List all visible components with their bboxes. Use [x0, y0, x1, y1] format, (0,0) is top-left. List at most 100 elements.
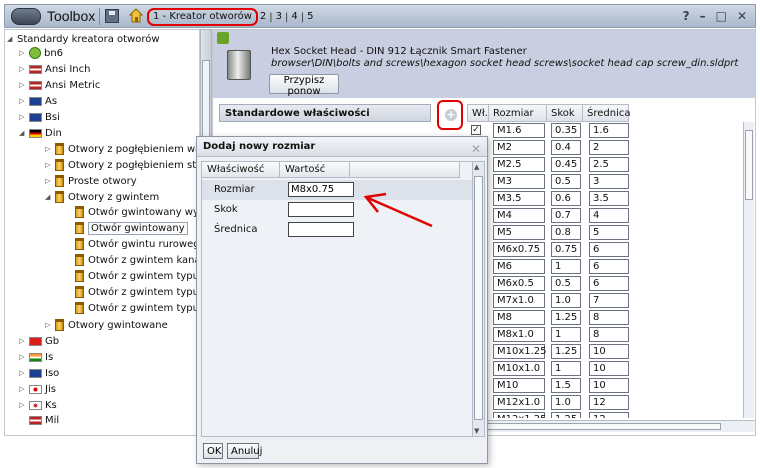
- diameter-cell[interactable]: 2: [589, 140, 629, 155]
- diameter-cell[interactable]: 6: [589, 276, 629, 291]
- tree-item-counterbore[interactable]: ▷Otwory z pogłębieniem walcow: [45, 141, 199, 157]
- collapse-arrow-icon[interactable]: ▷: [19, 45, 29, 61]
- size-cell[interactable]: M6: [493, 259, 545, 274]
- home-icon[interactable]: [129, 8, 143, 23]
- add-icon[interactable]: +: [445, 109, 457, 121]
- column-pitch[interactable]: Skok: [547, 104, 583, 122]
- tree-item-iso[interactable]: ▷ Iso: [19, 365, 59, 381]
- size-cell[interactable]: M1.6: [493, 123, 545, 138]
- cancel-button[interactable]: Anuluj: [227, 443, 262, 459]
- tree-item-tapped-bottoming[interactable]: Otwór gwintowany wykań: [75, 205, 199, 221]
- grid-row[interactable]: M6x0.5 0.5 6: [467, 275, 743, 292]
- pitch-cell[interactable]: 0.4: [551, 140, 581, 155]
- dialog-scrollbar[interactable]: ▲ ▼: [472, 162, 484, 436]
- tree-item-simple-holes[interactable]: ▷ Proste otwory: [45, 173, 137, 189]
- grid-row[interactable]: M6x0.75 0.75 6: [467, 241, 743, 258]
- maximize-button[interactable]: □: [716, 9, 727, 23]
- diameter-cell[interactable]: 6: [589, 259, 629, 274]
- size-cell[interactable]: M3.5: [493, 191, 545, 206]
- tree-item-countersink[interactable]: ▷Otwory z pogłębieniem stożko: [45, 157, 199, 173]
- diameter-cell[interactable]: 8: [589, 327, 629, 342]
- dialog-scroll-thumb[interactable]: [474, 176, 483, 420]
- close-button[interactable]: ✕: [737, 9, 747, 23]
- pitch-cell[interactable]: 1.5: [551, 378, 581, 393]
- grid-row[interactable]: M10 1.5 10: [467, 377, 743, 394]
- diameter-cell[interactable]: 12: [589, 412, 629, 418]
- scroll-up-icon[interactable]: ▲: [474, 163, 479, 171]
- collapse-arrow-icon[interactable]: ▷: [19, 365, 29, 381]
- grid-row[interactable]: M6 1 6: [467, 258, 743, 275]
- tab-2[interactable]: 2: [258, 10, 268, 24]
- tab-5[interactable]: 5: [305, 10, 315, 24]
- pitch-cell[interactable]: 0.8: [551, 225, 581, 240]
- diameter-input[interactable]: [288, 222, 354, 237]
- size-cell[interactable]: M8x1.0: [493, 327, 545, 342]
- grid-horizontal-thumb[interactable]: [481, 423, 721, 430]
- tree-item-as[interactable]: ▷ As: [19, 93, 57, 109]
- collapse-arrow-icon[interactable]: ▷: [19, 397, 29, 413]
- grid-row[interactable]: M4 0.7 4: [467, 207, 743, 224]
- pitch-cell[interactable]: 1.0: [551, 293, 581, 308]
- size-cell[interactable]: M12x1.0: [493, 395, 545, 410]
- tree-item-pipe-tap[interactable]: Otwór gwintu rurowego w: [75, 237, 199, 253]
- tree-item-ensat-2[interactable]: Otwór z gwintem typu Ens: [75, 285, 199, 301]
- size-cell[interactable]: M2.5: [493, 157, 545, 172]
- pitch-cell[interactable]: 1: [551, 361, 581, 376]
- pitch-cell[interactable]: 1.25: [551, 344, 581, 359]
- collapse-arrow-icon[interactable]: ▷: [19, 93, 29, 109]
- size-cell[interactable]: M5: [493, 225, 545, 240]
- size-cell[interactable]: M10x1.25: [493, 344, 547, 359]
- pitch-cell[interactable]: 0.45: [551, 157, 581, 172]
- ok-button[interactable]: OK: [203, 443, 223, 459]
- tree-item-ks[interactable]: ▷ Ks: [19, 397, 57, 413]
- size-cell[interactable]: M6x0.75: [493, 242, 545, 257]
- pitch-cell[interactable]: 0.5: [551, 276, 581, 291]
- pitch-cell[interactable]: 1.0: [551, 395, 581, 410]
- size-cell[interactable]: M7x1.0: [493, 293, 545, 308]
- collapse-arrow-icon[interactable]: ▷: [45, 317, 55, 333]
- tree-item-bsi[interactable]: ▷ Bsi: [19, 109, 60, 125]
- grid-row[interactable]: M3 0.5 3: [467, 173, 743, 190]
- pitch-cell[interactable]: 0.5: [551, 174, 581, 189]
- scroll-down-icon[interactable]: ▼: [474, 427, 479, 435]
- collapse-arrow-icon[interactable]: ▷: [19, 61, 29, 77]
- expand-arrow-icon[interactable]: ◢: [19, 125, 29, 141]
- tree-item-ensat-3[interactable]: Otwór z gwintem typu Ens: [75, 301, 199, 317]
- pitch-input[interactable]: [288, 202, 354, 217]
- diameter-cell[interactable]: 2.5: [589, 157, 629, 172]
- collapse-arrow-icon[interactable]: ▷: [19, 77, 29, 93]
- size-cell[interactable]: M10x1.0: [493, 361, 545, 376]
- expand-arrow-icon[interactable]: ◢: [45, 189, 55, 205]
- tree-item-ansi-inch[interactable]: ▷ Ansi Inch: [19, 61, 90, 77]
- tree-item-tapped-hole[interactable]: Otwór gwintowany: [75, 221, 188, 237]
- pitch-cell[interactable]: 0.7: [551, 208, 581, 223]
- collapse-arrow-icon[interactable]: ▷: [45, 157, 55, 173]
- tab-4[interactable]: 4: [289, 10, 299, 24]
- grid-vertical-scrollbar[interactable]: [743, 122, 754, 418]
- size-cell[interactable]: M2: [493, 140, 545, 155]
- pitch-cell[interactable]: 0.75: [551, 242, 581, 257]
- tree-item-is[interactable]: ▷ Is: [19, 349, 53, 365]
- pitch-cell[interactable]: 0.35: [551, 123, 581, 138]
- size-cell[interactable]: M10: [493, 378, 545, 393]
- diameter-cell[interactable]: 10: [589, 361, 629, 376]
- save-icon[interactable]: [105, 9, 119, 23]
- size-cell[interactable]: M3: [493, 174, 545, 189]
- diameter-cell[interactable]: 10: [589, 344, 629, 359]
- collapse-arrow-icon[interactable]: ▷: [19, 333, 29, 349]
- size-cell[interactable]: M4: [493, 208, 545, 223]
- diameter-cell[interactable]: 7: [589, 293, 629, 308]
- diameter-cell[interactable]: 3: [589, 174, 629, 189]
- size-input[interactable]: [288, 182, 354, 197]
- diameter-cell[interactable]: 4: [589, 208, 629, 223]
- collapse-arrow-icon[interactable]: ▷: [19, 381, 29, 397]
- column-size[interactable]: Rozmiar: [489, 104, 547, 122]
- grid-row[interactable]: M7x1.0 1.0 7: [467, 292, 743, 309]
- column-enabled[interactable]: Wł.: [467, 104, 489, 122]
- collapse-arrow-icon[interactable]: ▷: [19, 349, 29, 365]
- diameter-cell[interactable]: 5: [589, 225, 629, 240]
- diameter-cell[interactable]: 8: [589, 310, 629, 325]
- close-icon[interactable]: ✕: [471, 139, 481, 159]
- tab-3[interactable]: 3: [274, 10, 284, 24]
- tree-item-mil[interactable]: Mil: [19, 413, 59, 429]
